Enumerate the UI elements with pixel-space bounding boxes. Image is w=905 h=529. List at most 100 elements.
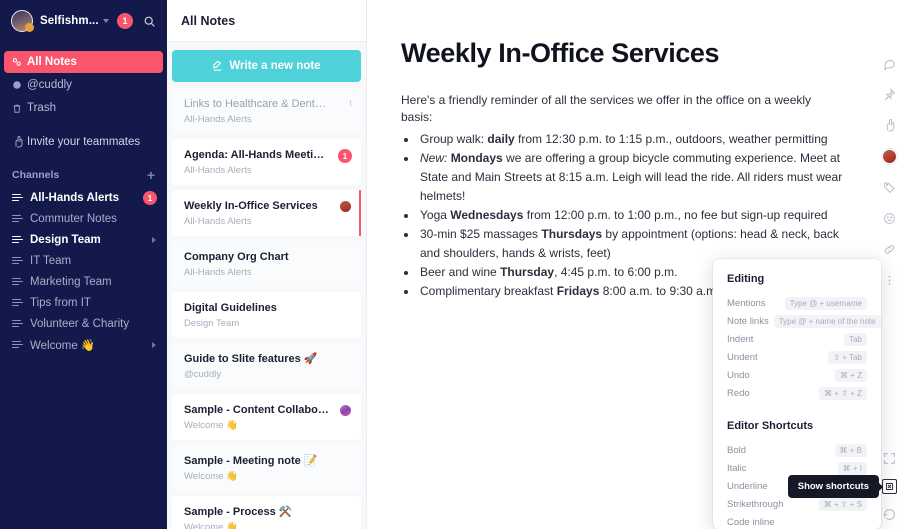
pin-icon[interactable]	[880, 85, 898, 103]
shortcut-row: Bold⌘ + B	[727, 441, 867, 459]
shortcut-row: Code inline	[727, 513, 867, 529]
workspace-header[interactable]: Selfishm... 1	[0, 0, 167, 42]
note-list-item[interactable]: Agenda: All-Hands Meeting, Jan...All-Han…	[172, 139, 361, 185]
shortcut-row: MentionsType @ + username	[727, 294, 867, 312]
shortcut-row: IndentTab	[727, 330, 867, 348]
sidebar-item-all-notes[interactable]: All Notes	[4, 51, 163, 73]
note-list-body[interactable]: Write a new note Links to Healthcare & D…	[167, 42, 366, 529]
shortcut-name: Undo	[727, 370, 750, 381]
invite-icon[interactable]	[880, 116, 898, 134]
shortcut-name: Indent	[727, 334, 753, 345]
emoji-icon[interactable]	[880, 209, 898, 227]
document-bullet: Yoga Wednesdays from 12:00 p.m. to 1:00 …	[418, 206, 845, 225]
document-bullet: Group walk: daily from 12:30 p.m. to 1:1…	[418, 130, 845, 149]
note-list-item[interactable]: Sample - Content Collaboration ✍️Welcome…	[172, 394, 361, 440]
note-list-item[interactable]: Weekly In-Office ServicesAll-Hands Alert…	[172, 190, 361, 236]
channel-icon	[12, 215, 25, 223]
search-icon[interactable]	[143, 15, 156, 28]
sidebar-channel-item[interactable]: All-Hands Alerts1	[0, 187, 167, 208]
app-root: Selfishm... 1 All Notes @cuddly	[0, 0, 905, 529]
shortcut-name: Code inline	[727, 517, 775, 528]
workspace-name: Selfishm...	[40, 15, 98, 27]
channel-label: Marketing Team	[30, 276, 112, 288]
comment-icon[interactable]	[880, 54, 898, 72]
note-list-item[interactable]: Sample - Meeting note 📝 Welcome 👋	[172, 445, 361, 491]
shortcut-name: Italic	[727, 463, 747, 474]
shortcut-row: Redo ⌘ + ⇧ + Z	[727, 384, 867, 402]
avatar	[882, 149, 897, 164]
note-title: Sample - Process ⚒️	[184, 505, 351, 519]
note-item-meta	[339, 404, 352, 417]
channel-list: All-Hands Alerts1 Commuter Notes Design Te…	[0, 187, 167, 355]
tag-add-icon[interactable]	[880, 178, 898, 196]
compose-icon	[212, 61, 223, 72]
shortcuts-tooltip: Show shortcuts	[788, 475, 879, 498]
note-channel: All-Hands Alerts	[184, 267, 351, 278]
note-channel: Welcome 👋	[184, 471, 351, 482]
channel-icon	[12, 278, 25, 286]
channel-icon	[12, 320, 25, 328]
channel-label: Welcome 👋	[30, 338, 95, 352]
note-list-item[interactable]: Sample - Process ⚒️Welcome 👋	[172, 496, 361, 529]
shortcuts-section-editor-title: Editor Shortcuts	[727, 420, 867, 432]
notification-badge[interactable]: 1	[117, 13, 133, 29]
note-title: Sample - Meeting note 📝	[184, 454, 351, 468]
shortcuts-icon[interactable]	[882, 479, 897, 494]
add-channel-icon[interactable]: +	[147, 170, 155, 180]
chevron-down-icon[interactable]	[103, 19, 109, 23]
history-icon[interactable]	[883, 508, 896, 521]
avatar-icon[interactable]	[880, 147, 898, 165]
document-body[interactable]: Weekly In-Office Services Here's a frien…	[367, 0, 905, 301]
sidebar-channel-item[interactable]: Marketing Team	[0, 271, 167, 292]
sidebar-channel-item[interactable]: Commuter Notes	[0, 208, 167, 229]
sidebar-channel-item[interactable]: IT Team	[0, 250, 167, 271]
shortcut-key: ⌘ + ⇧ + S	[819, 498, 867, 511]
note-list-item[interactable]: Company Org ChartAll-Hands Alerts	[172, 241, 361, 287]
note-list-panel: All Notes Write a new note Links to Heal…	[167, 0, 367, 529]
note-cards: Links to Healthcare & Dental Info... All-…	[172, 88, 361, 529]
note-title: Links to Healthcare & Dental Info...	[184, 97, 351, 111]
channel-label: Design Team	[30, 234, 101, 246]
note-item-meta: 1	[338, 149, 352, 163]
channel-icon	[12, 194, 25, 202]
sidebar-channel-item[interactable]: Volunteer & Charity	[0, 313, 167, 334]
shortcut-name: Bold	[727, 445, 746, 456]
note-list-header: All Notes	[167, 0, 366, 42]
channel-label: All-Hands Alerts	[30, 192, 119, 204]
shortcut-key: ⌘ + I	[838, 462, 867, 475]
document-panel: Weekly In-Office Services Here's a frien…	[367, 0, 905, 529]
channel-label: Volunteer & Charity	[30, 318, 129, 330]
sidebar-channel-item[interactable]: Tips from IT	[0, 292, 167, 313]
shortcut-key: ⌘ + Z	[835, 369, 867, 382]
sidebar-item-label: Trash	[27, 102, 56, 114]
channel-icon	[12, 341, 25, 349]
more-options-icon[interactable]	[880, 271, 898, 289]
channels-section-header: Channels +	[12, 169, 155, 181]
note-typing-indicator: t	[349, 98, 352, 108]
channel-label: Commuter Notes	[30, 213, 117, 225]
write-new-note-button[interactable]: Write a new note	[172, 50, 361, 82]
document-bullet: 30-min $25 massages Thursdays by appoint…	[418, 225, 845, 263]
expand-icon[interactable]	[883, 452, 896, 465]
note-channel: Welcome 👋	[184, 420, 351, 431]
sidebar-channel-item[interactable]: Welcome 👋	[0, 334, 167, 355]
sidebar-item-trash[interactable]: Trash	[4, 97, 163, 119]
workspace-avatar[interactable]	[11, 10, 33, 32]
note-author-avatar	[339, 404, 352, 417]
note-list-item[interactable]: Guide to Slite features 🚀@cuddly	[172, 343, 361, 389]
shortcuts-editing-rows: MentionsType @ + usernameNote linksType …	[727, 294, 867, 402]
link-icon[interactable]	[880, 240, 898, 258]
sidebar-channel-item[interactable]: Design Team	[0, 229, 167, 250]
note-list-item[interactable]: Links to Healthcare & Dental Info...All-…	[172, 88, 361, 134]
invite-teammates-button[interactable]: Invite your teammates	[4, 131, 163, 153]
shortcut-name: Redo	[727, 388, 750, 399]
sidebar-item-cuddly[interactable]: @cuddly	[4, 74, 163, 96]
chevron-right-icon[interactable]	[152, 342, 156, 348]
shortcut-name: Underline	[727, 481, 768, 492]
shortcut-key: ⌘ + ⇧ + Z	[819, 387, 867, 400]
note-title: Weekly In-Office Services	[184, 199, 351, 213]
channel-icon	[12, 257, 25, 265]
shortcut-name: Mentions	[727, 298, 766, 309]
note-list-item[interactable]: Digital GuidelinesDesign Team	[172, 292, 361, 338]
chevron-right-icon[interactable]	[152, 237, 156, 243]
